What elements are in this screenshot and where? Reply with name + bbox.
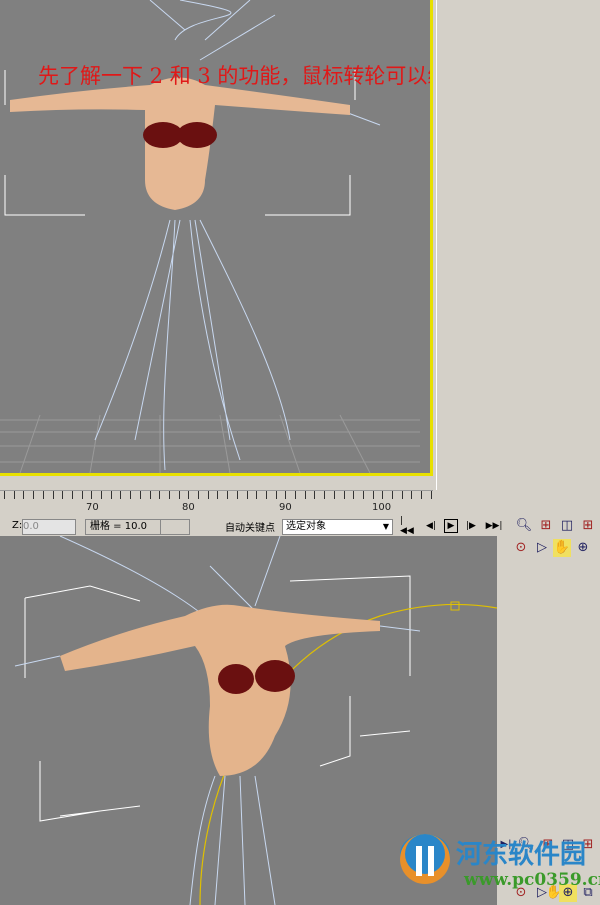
timeline-tick (304, 491, 306, 499)
status-bar: Z: 0.0 栅格 = 10.0 自动关键点 选定对象 ▼ |◀◀ ◀| ▶ |▶… (0, 516, 600, 536)
timeline-ruler[interactable]: 70 80 90 100 (0, 490, 433, 516)
timeline-tick (110, 491, 112, 499)
watermark: 河东软件园 www.pc0359.cn (398, 832, 600, 902)
top-viewport[interactable]: 先了解一下 2 和 3 的功能，鼠标转轮可以缩放 (0, 0, 433, 476)
orbit-icon[interactable]: ⊕ (574, 539, 592, 557)
grid-size-display: 栅格 = 10.0 (85, 519, 163, 535)
timeline-tick (411, 491, 413, 499)
timeline-tick (343, 491, 345, 499)
z-coordinate-field[interactable]: 0.0 (22, 519, 76, 535)
timeline-label: 80 (182, 502, 195, 513)
timeline-tick (71, 491, 73, 499)
timeline-tick (159, 491, 161, 499)
zoom-icon[interactable]: 🔍︎ (515, 517, 533, 535)
timeline-tick (362, 491, 364, 499)
zoom-extents-all-icon[interactable]: ⊞ (579, 517, 597, 535)
timeline-tick (4, 491, 5, 499)
z-label: Z: (12, 520, 23, 531)
timeline-tick (421, 491, 423, 499)
timeline-tick (101, 491, 102, 499)
character-torso (10, 77, 350, 210)
timeline-tick (217, 491, 219, 499)
timeline-tick (139, 491, 141, 499)
timeline-tick (188, 491, 190, 499)
timeline-tick (149, 491, 151, 499)
chevron-down-icon: ▼ (382, 522, 389, 531)
tutorial-caption: 先了解一下 2 和 3 的功能，鼠标转轮可以缩放 (38, 64, 433, 88)
timeline-tick (382, 491, 384, 499)
timeline-tick (314, 491, 316, 499)
timeline-tick (23, 491, 25, 499)
command-panel (436, 0, 600, 490)
timeline-tick (372, 491, 374, 499)
go-to-end-icon[interactable]: ▶▶| (486, 519, 503, 533)
timeline-tick (81, 491, 83, 499)
character-torso (60, 604, 380, 776)
timeline-tick (198, 491, 199, 499)
timeline-tick (52, 491, 54, 499)
timeline-tick (275, 491, 277, 499)
timeline-tick (333, 491, 335, 499)
timeline-label: 90 (279, 502, 292, 513)
timeline-tick (42, 491, 44, 499)
timeline-tick (285, 491, 287, 499)
zoom-extents-icon[interactable]: ◫ (558, 517, 576, 535)
ground-grid (0, 414, 420, 473)
timeline-label: 70 (86, 502, 99, 513)
go-to-start-icon[interactable]: |◀◀ (400, 516, 414, 536)
timeline-tick (227, 491, 229, 499)
timeline-tick (401, 491, 403, 499)
timeline-tick (295, 491, 296, 499)
timeline-tick (256, 491, 258, 499)
timeline-tick (265, 491, 267, 499)
timeline-tick (130, 491, 132, 499)
play-icon[interactable]: ▶ (444, 519, 458, 533)
watermark-name: 河东软件园 (456, 840, 587, 870)
timeline-tick (236, 491, 238, 499)
timeline-tick (168, 491, 170, 499)
timeline-tick (33, 491, 35, 499)
timeline-tick (178, 491, 180, 499)
watermark-logo (400, 834, 450, 884)
timeline-tick (392, 491, 393, 499)
timeline-tick (13, 491, 15, 499)
walkthrough-icon[interactable]: ⊙ (512, 539, 530, 557)
timeline-tick (120, 491, 122, 499)
auto-key-button[interactable]: 自动关键点 (222, 519, 278, 534)
selection-value: 选定对象 (286, 521, 326, 532)
field-of-view-icon[interactable]: ▷ (533, 539, 551, 557)
timeline-tick (91, 491, 93, 499)
key-filter-button[interactable] (160, 519, 190, 535)
timeline-tick (62, 491, 64, 499)
next-frame-icon[interactable]: |▶ (464, 519, 478, 533)
timeline-tick (324, 491, 326, 499)
previous-frame-icon[interactable]: ◀| (424, 519, 438, 533)
pan-icon[interactable]: ✋ (553, 539, 571, 557)
watermark-url: www.pc0359.cn (464, 870, 600, 890)
timeline-tick (207, 491, 209, 499)
timeline-tick (430, 491, 432, 499)
timeline-tick (353, 491, 355, 499)
zoom-all-icon[interactable]: ⊞ (537, 517, 555, 535)
selection-dropdown[interactable]: 选定对象 ▼ (282, 519, 393, 535)
timeline-label: 100 (372, 502, 392, 513)
timeline-tick (246, 491, 248, 499)
